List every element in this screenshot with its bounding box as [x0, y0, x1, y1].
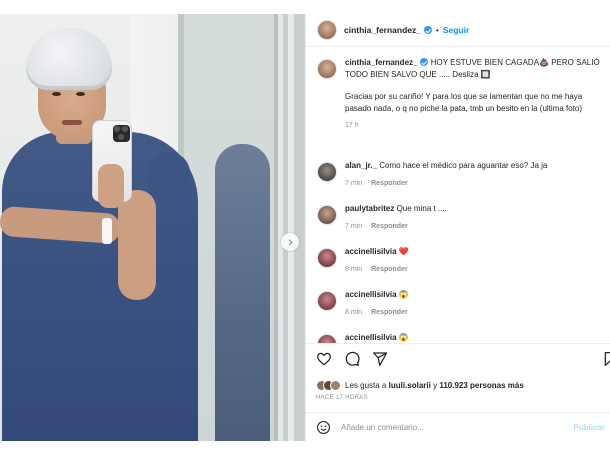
avatar[interactable] [317, 205, 337, 225]
comment-text: Como hace el médico para aguantar eso? J… [379, 161, 548, 170]
comment-input[interactable] [341, 423, 561, 432]
comment-text: Que mina t .... [396, 204, 447, 213]
caption-age: 17 h [345, 122, 359, 129]
comment-username[interactable]: accinellisilvia [345, 333, 397, 342]
comment-time: 7 min [345, 180, 363, 187]
photo-door-frame [283, 14, 305, 441]
reply-button[interactable]: Responder [371, 180, 408, 187]
comment-text: 😱 [398, 333, 409, 342]
comment-icon[interactable] [344, 351, 360, 367]
add-comment-bar: Publicar [306, 412, 610, 442]
post-username[interactable]: cinthia_fernandez_ [344, 25, 421, 35]
reply-button[interactable]: Responder [371, 266, 408, 273]
likes-summary: Les gusta a luuli.solarii y 110.923 pers… [316, 380, 524, 391]
chevron-right-icon [288, 238, 293, 246]
post-header: cinthia_fernandez_ • Seguir [306, 14, 610, 47]
photo-watch [102, 218, 112, 244]
comment-time: 7 min [345, 223, 363, 230]
reply-button[interactable]: Responder [371, 223, 408, 230]
comment-item: paulytabritez Que mina t .... 7 min Respo… [317, 203, 602, 232]
comment-text: ❤️ [398, 247, 409, 256]
comment-text: 😱 [398, 290, 409, 299]
photo-phone-camera [113, 125, 130, 142]
post-timestamp: HACE 17 HORAS [316, 395, 368, 401]
verified-icon [420, 58, 429, 66]
post-photo[interactable] [0, 14, 305, 441]
emoji-icon[interactable] [316, 420, 331, 435]
comment-username[interactable]: paulytabritez [345, 204, 394, 213]
photo-eye [52, 92, 61, 96]
avatar[interactable] [317, 162, 337, 182]
comment-time: 8 min [345, 266, 363, 273]
comment-username[interactable]: accinellisilvia [345, 290, 397, 299]
photo-door-frame-edge [288, 14, 294, 441]
header-separator: • [436, 25, 439, 35]
heart-icon[interactable] [316, 351, 332, 367]
comment-item: accinellisilvia 😱 8 min Responder [317, 289, 602, 318]
likes-prefix: Les gusta a [345, 381, 387, 390]
comment-time: 8 min [345, 309, 363, 316]
carousel-next-button[interactable] [281, 233, 299, 251]
post-actions: Les gusta a luuli.solarii y 110.923 pers… [306, 343, 610, 441]
caption-line2: Gracias por su cariño! Y para los que se… [345, 92, 583, 113]
reply-button[interactable]: Responder [371, 309, 408, 316]
avatar[interactable] [317, 248, 337, 268]
comment-item: accinellisilvia ❤️ 8 min Responder [317, 246, 602, 275]
comment-username[interactable]: accinellisilvia [345, 247, 397, 256]
caption-username[interactable]: cinthia_fernandez_ [345, 58, 417, 67]
avatar[interactable] [317, 291, 337, 311]
comment-username[interactable]: alan_jr._ [345, 161, 377, 170]
post-panel: cinthia_fernandez_ • Seguir cinthia_fern… [305, 14, 610, 441]
verified-icon [424, 26, 432, 34]
publish-button[interactable]: Publicar [573, 423, 605, 432]
avatar[interactable] [317, 20, 337, 40]
likes-middle: y [433, 381, 438, 390]
photo-hand [98, 164, 124, 208]
photo-eye [76, 92, 85, 96]
photo-forearm [118, 190, 156, 300]
avatar [330, 380, 341, 391]
photo-reflection [215, 144, 270, 441]
follow-button[interactable]: Seguir [443, 25, 469, 35]
likes-user[interactable]: luuli.solarii [389, 381, 431, 390]
comment-item: alan_jr._ Como hace el médico para aguan… [317, 160, 602, 189]
photo-mouth [62, 120, 82, 125]
likes-count[interactable]: 110.923 personas más [439, 381, 524, 390]
post-caption: cinthia_fernandez_ HOY ESTUVE BIEN CAGAD… [317, 57, 602, 132]
save-icon[interactable] [602, 351, 610, 367]
share-icon[interactable] [372, 351, 388, 367]
avatar[interactable] [317, 59, 337, 79]
